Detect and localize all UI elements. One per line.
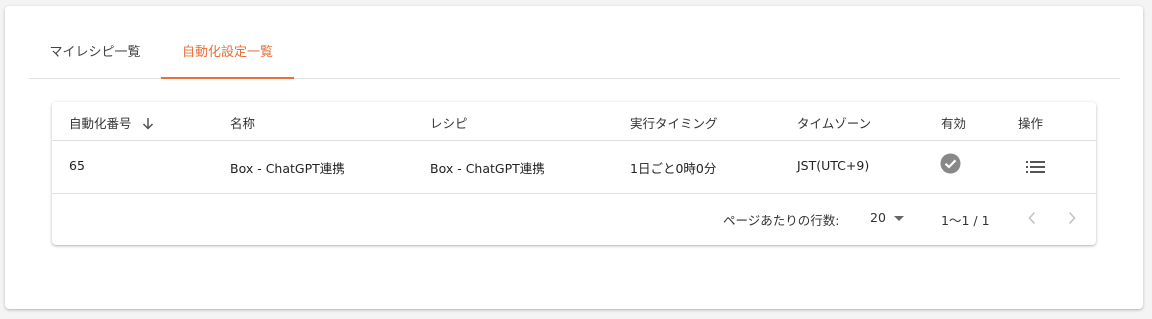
arrow-down-icon[interactable]: [142, 117, 154, 133]
row-number: 65: [69, 158, 85, 173]
row-recipe: Box - ChatGPT連携: [430, 161, 545, 176]
rows-per-page-value: 20: [870, 210, 886, 225]
header-actions: 操作: [1018, 116, 1044, 131]
tab-bar: マイレシピ一覧 自動化設定一覧: [29, 34, 1120, 79]
tab-my-recipes[interactable]: マイレシピ一覧: [45, 34, 145, 78]
list-icon[interactable]: [1026, 159, 1045, 178]
header-timing: 実行タイミング: [630, 116, 718, 131]
pagination: ページあたりの行数: 20 1〜1 / 1: [52, 194, 1096, 245]
header-timezone: タイムゾーン: [797, 116, 872, 131]
table-row[interactable]: 65 Box - ChatGPT連携 Box - ChatGPT連携 1日ごと0…: [52, 140, 1096, 194]
check-circle-icon: [940, 153, 961, 178]
rows-per-page-select[interactable]: 20: [870, 210, 904, 225]
header-name: 名称: [230, 116, 256, 131]
row-timing: 1日ごと0時0分: [630, 161, 717, 176]
automation-settings-card: マイレシピ一覧 自動化設定一覧 自動化番号 名称 レシピ 実行タイミング タイム…: [5, 6, 1143, 309]
chevron-right-icon[interactable]: [1067, 210, 1077, 229]
row-name: Box - ChatGPT連携: [230, 161, 345, 176]
rows-per-page-label: ページあたりの行数:: [723, 213, 840, 228]
page-range: 1〜1 / 1: [941, 213, 990, 228]
header-number[interactable]: 自動化番号: [69, 113, 154, 133]
row-timezone: JST(UTC+9): [797, 158, 870, 173]
header-enabled: 有効: [941, 116, 967, 131]
header-number-label: 自動化番号: [69, 116, 132, 131]
tab-automation-settings[interactable]: 自動化設定一覧: [161, 34, 294, 79]
header-recipe: レシピ: [430, 116, 468, 131]
caret-down-icon: [893, 216, 904, 221]
chevron-left-icon[interactable]: [1027, 210, 1037, 229]
automation-table: 自動化番号 名称 レシピ 実行タイミング タイムゾーン 有効 操作 65 Box…: [52, 102, 1096, 245]
table-header-row: 自動化番号 名称 レシピ 実行タイミング タイムゾーン 有効 操作: [52, 102, 1096, 141]
